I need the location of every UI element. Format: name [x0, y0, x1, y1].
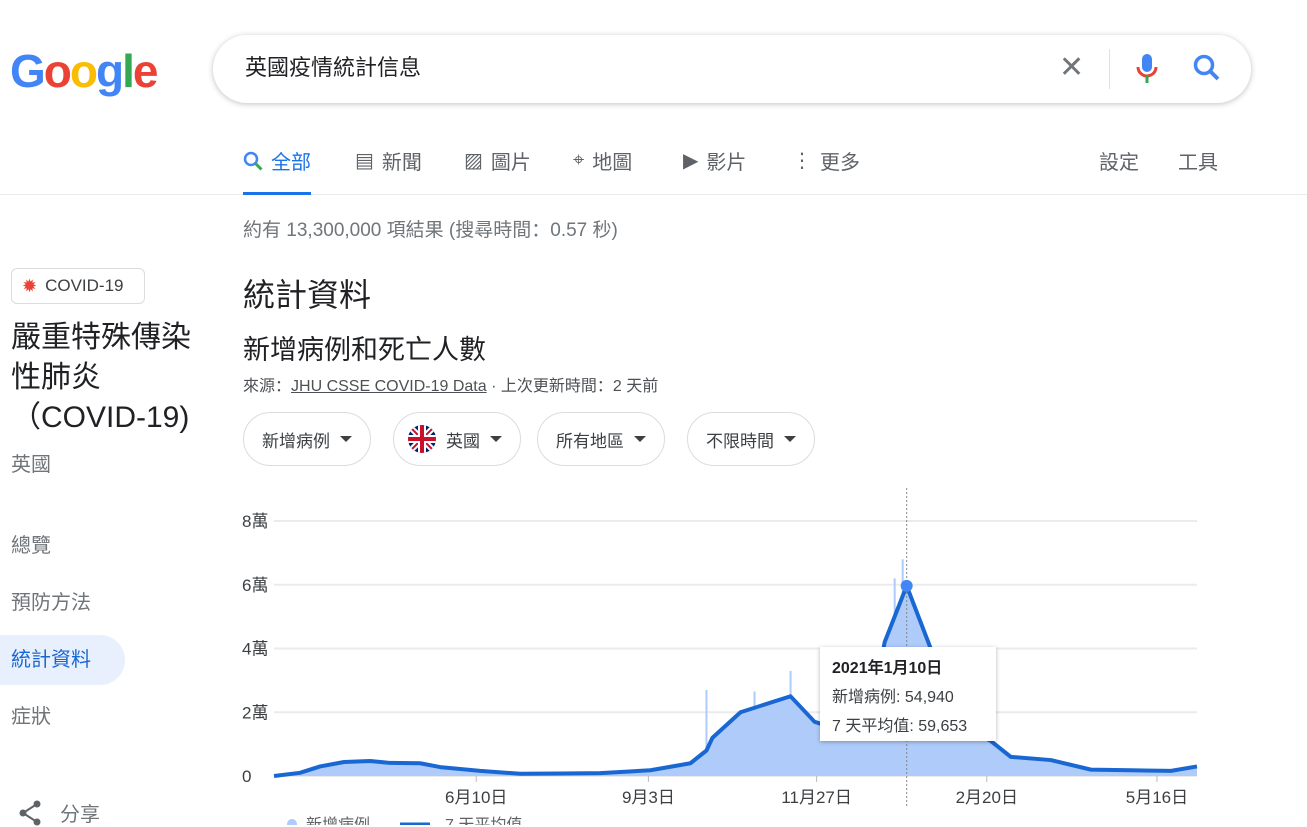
daily-cases-area [274, 591, 1197, 776]
tab-images[interactable]: ▨ 圖片 [464, 146, 531, 175]
share-label: 分享 [60, 804, 100, 826]
caret-down-icon [340, 436, 352, 442]
source-prefix: 來源： [243, 378, 292, 395]
chart-tooltip: 2021年1月10日 新增病例: 54,940 7 天平均值: 59,653 [820, 647, 996, 741]
tab-all[interactable]: 全部 [243, 146, 311, 195]
share-icon [19, 800, 41, 825]
tab-more[interactable]: ⋮ 更多 [792, 146, 860, 175]
microphone-icon[interactable] [1135, 52, 1159, 86]
region-dropdown[interactable]: 所有地區 [537, 412, 665, 466]
settings-link[interactable]: 設定 [1099, 146, 1139, 175]
news-icon: ▤ [355, 150, 374, 172]
nav-prevention[interactable]: 預防方法 [0, 578, 91, 628]
y-tick-label: 6萬 [242, 576, 268, 595]
caret-down-icon [490, 436, 502, 442]
tab-maps[interactable]: ⌖ 地圖 [573, 146, 632, 175]
tooltip-date: 2021年1月10日 [832, 660, 943, 677]
chip-label: 新增病例 [262, 431, 330, 451]
virus-icon: ✹ [22, 275, 38, 296]
tab-label: 影片 [706, 152, 747, 174]
tooltip-cases: 新增病例: 54,940 [832, 689, 954, 706]
chip-label: 不限時間 [706, 431, 774, 451]
search-icon[interactable] [1191, 52, 1223, 84]
x-tick-label: 11月27日 [781, 788, 852, 807]
result-stats: 約有 13,300,000 項結果 (搜尋時間：0.57 秒) [243, 220, 618, 241]
search-icon [243, 151, 263, 171]
legend-cases-label: 新增病例 [306, 816, 370, 825]
y-tick-label: 0 [242, 767, 251, 786]
highlight-point [900, 579, 913, 592]
tab-label: 新聞 [381, 152, 422, 174]
tools-link[interactable]: 工具 [1178, 146, 1218, 175]
chip-label: 英國 [446, 431, 480, 451]
share-button[interactable]: 分享 [18, 798, 100, 827]
nav-symptoms[interactable]: 症狀 [0, 692, 51, 742]
play-icon: ▶ [683, 150, 699, 172]
nav-overview[interactable]: 總覽 [0, 521, 51, 571]
time-dropdown[interactable]: 不限時間 [687, 412, 815, 466]
update-time: · 上次更新時間：2 天前 [486, 378, 659, 395]
x-tick-label: 9月3日 [622, 788, 675, 807]
divider [1109, 49, 1110, 89]
badge-label: COVID-19 [45, 276, 124, 295]
clear-icon[interactable]: ✕ [1059, 50, 1084, 85]
source-link[interactable]: JHU CSSE COVID-19 Data [291, 378, 487, 395]
y-tick-label: 8萬 [242, 512, 268, 531]
more-icon: ⋮ [792, 150, 812, 172]
tab-label: 地圖 [592, 152, 633, 174]
caret-down-icon [784, 436, 796, 442]
tab-label: 全部 [271, 152, 311, 174]
settings-label: 設定 [1099, 152, 1139, 174]
y-tick-label: 2萬 [242, 703, 268, 722]
tab-label: 更多 [820, 152, 860, 174]
cases-chart[interactable]: 0 2萬 4萬 6萬 8萬 6月10日 9月3日 11月27日 2月20日 5月16日新增病例 7 … [240, 480, 1210, 825]
caret-down-icon [634, 436, 646, 442]
search-tabs: 全部 ▤ 新聞 ▨ 圖片 ⌖ 地圖 ▶ 影片 ⋮ 更多 設定 工具 [0, 130, 1307, 195]
x-tick-label: 5月16日 [1126, 788, 1188, 807]
section-heading: 統計資料 [243, 277, 372, 313]
topic-region: 英國 [11, 454, 51, 476]
map-pin-icon: ⌖ [573, 149, 585, 171]
covid-badge[interactable]: ✹ COVID-19 [11, 268, 145, 304]
tab-news[interactable]: ▤ 新聞 [355, 146, 422, 175]
topic-title: 嚴重特殊傳染性肺炎（COVID-19) [11, 321, 191, 434]
image-icon: ▨ [464, 150, 483, 172]
search-box: ✕ [213, 35, 1251, 103]
tooltip-average: 7 天平均值: 59,653 [832, 718, 968, 735]
legend-cases-swatch [287, 819, 297, 825]
search-input[interactable] [245, 53, 1025, 79]
y-tick-label: 4萬 [242, 640, 268, 659]
tab-label: 圖片 [490, 152, 531, 174]
source-line: 來源：JHU CSSE COVID-19 Data · 上次更新時間：2 天前 [243, 372, 658, 396]
chip-label: 所有地區 [556, 431, 624, 451]
chart-heading: 新增病例和死亡人數 [243, 335, 486, 365]
legend-average-label: 7 天平均值 [445, 816, 522, 825]
uk-flag-icon [408, 425, 436, 453]
google-logo[interactable]: Google [10, 44, 158, 98]
country-dropdown[interactable]: 英國 [393, 412, 521, 466]
x-tick-label: 2月20日 [956, 788, 1018, 807]
metric-dropdown[interactable]: 新增病例 [243, 412, 371, 466]
tab-videos[interactable]: ▶ 影片 [683, 146, 746, 175]
x-tick-label: 6月10日 [445, 788, 507, 807]
tools-label: 工具 [1178, 152, 1218, 174]
nav-statistics[interactable]: 統計資料 [0, 635, 125, 685]
